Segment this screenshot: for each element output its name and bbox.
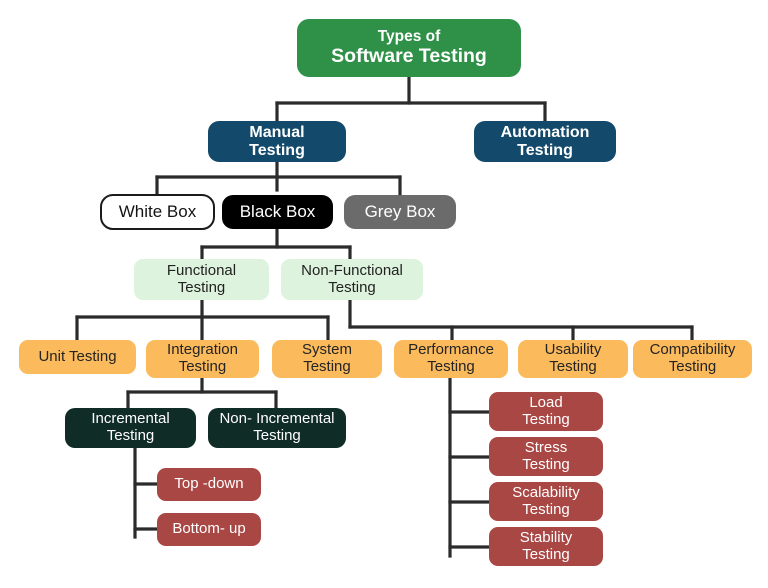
node-root[interactable]: Types of Software Testing [297,19,521,77]
node-system-testing[interactable]: System Testing [272,340,382,378]
node-usability-testing[interactable]: Usability Testing [518,340,628,378]
root-line-2: Software Testing [331,45,487,68]
node-functional-testing[interactable]: Functional Testing [134,259,269,300]
root-line-1: Types of [377,27,441,45]
node-manual-testing[interactable]: Manual Testing [208,121,346,162]
node-non-functional-testing[interactable]: Non-Functional Testing [281,259,423,300]
node-stability-testing[interactable]: Stability Testing [489,527,603,566]
node-stress-testing[interactable]: Stress Testing [489,437,603,476]
node-compatibility-testing[interactable]: Compatibility Testing [633,340,752,378]
software-testing-diagram: Types of Software Testing Manual Testing… [0,0,768,588]
node-black-box[interactable]: Black Box [222,195,333,229]
node-white-box[interactable]: White Box [100,194,215,230]
node-load-testing[interactable]: Load Testing [489,392,603,431]
node-incremental-testing[interactable]: Incremental Testing [65,408,196,448]
node-scalability-testing[interactable]: Scalability Testing [489,482,603,521]
node-integration-testing[interactable]: Integration Testing [146,340,259,378]
node-bottom-up[interactable]: Bottom- up [157,513,261,546]
node-grey-box[interactable]: Grey Box [344,195,456,229]
node-non-incremental-testing[interactable]: Non- Incremental Testing [208,408,346,448]
node-performance-testing[interactable]: Performance Testing [394,340,508,378]
node-automation-testing[interactable]: Automation Testing [474,121,616,162]
node-unit-testing[interactable]: Unit Testing [19,340,136,374]
node-top-down[interactable]: Top -down [157,468,261,501]
